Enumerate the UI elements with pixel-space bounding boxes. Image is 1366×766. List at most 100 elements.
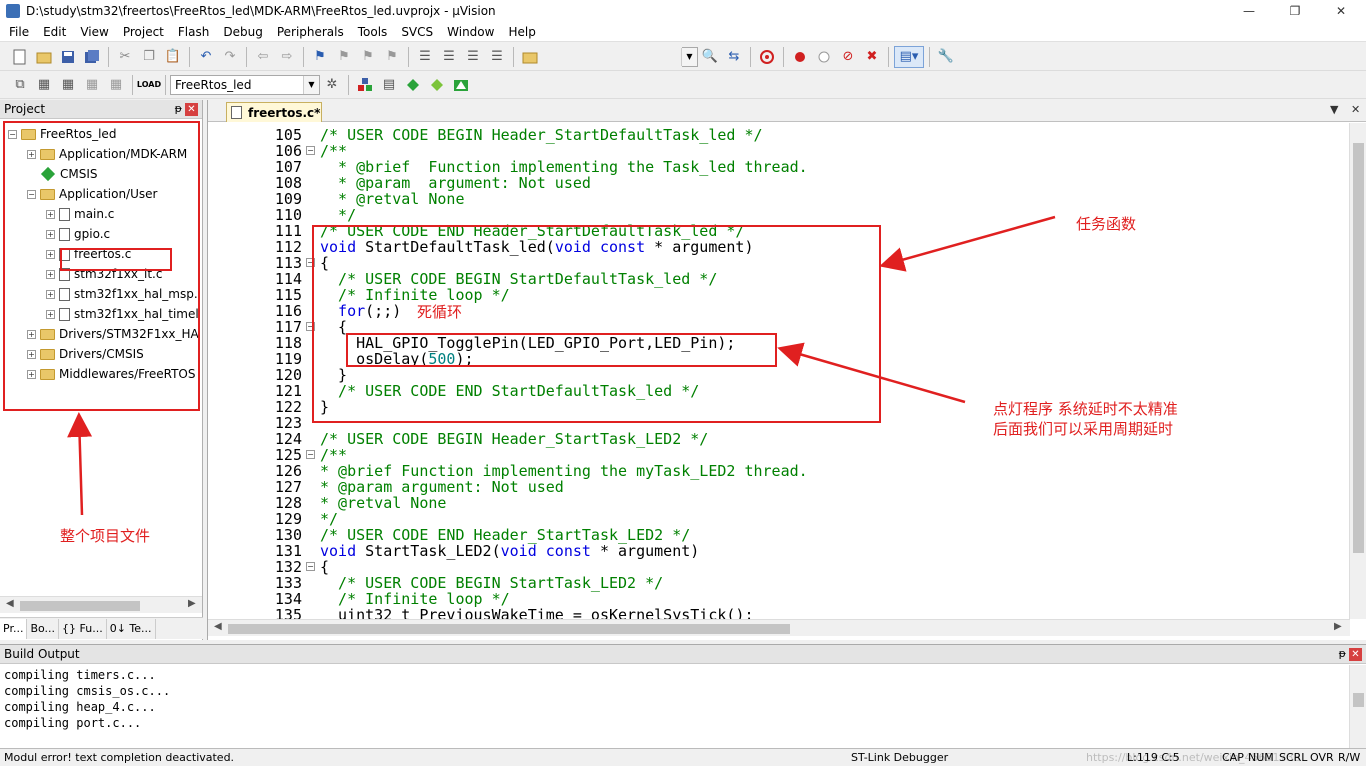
debug-session-icon[interactable] [756, 46, 778, 68]
tab-project[interactable]: Pr... [0, 618, 28, 639]
menu-tools[interactable]: Tools [351, 22, 395, 42]
undo-icon[interactable]: ↶ [195, 46, 217, 68]
build-vscrollbar[interactable] [1349, 665, 1366, 749]
fold-toggle-icon[interactable]: − [306, 146, 315, 155]
select-pack-icon[interactable] [402, 74, 424, 96]
download-load-icon[interactable]: LOAD [137, 74, 161, 96]
find-combo[interactable]: ▼ [681, 46, 698, 67]
target-select[interactable]: FreeRtos_led ▼ [170, 74, 320, 95]
scroll-right-icon[interactable]: ▶ [1334, 621, 1342, 632]
build-output-title: Build Output [4, 647, 80, 661]
bookmark-icon[interactable]: ⚑ [309, 46, 331, 68]
unindent-icon[interactable]: ☰ [438, 46, 460, 68]
fold-toggle-icon[interactable]: − [306, 450, 315, 459]
project-items-icon[interactable]: ▤ [378, 74, 400, 96]
uvision-app-icon [6, 4, 20, 18]
save-icon[interactable] [57, 46, 79, 68]
menu-svcs[interactable]: SVCS [394, 22, 440, 42]
window-layout-icon[interactable]: ▤▾ [894, 45, 924, 68]
editor-tab-label: freertos.c* [248, 105, 321, 120]
menu-project[interactable]: Project [116, 22, 171, 42]
minimize-button[interactable]: — [1226, 0, 1272, 22]
new-file-icon[interactable] [9, 46, 31, 68]
title-bar: D:\study\stm32\freertos\FreeRtos_led\MDK… [0, 0, 1366, 22]
find-icon[interactable]: 🔍 [699, 46, 721, 68]
tab-templates[interactable]: 0↓ Te... [107, 618, 156, 639]
line-number: 132 [274, 558, 302, 576]
batch-build-icon[interactable]: ▦ [81, 74, 103, 96]
indent-icon[interactable]: ☰ [414, 46, 436, 68]
close-editor-icon[interactable]: ✕ [1351, 103, 1360, 116]
tab-list-chevron-icon[interactable]: ▼ [1330, 103, 1338, 116]
cut-icon[interactable]: ✂ [114, 46, 136, 68]
fold-toggle-icon[interactable]: − [306, 562, 315, 571]
pin-icon[interactable]: ᵽ [175, 102, 182, 115]
find-in-files-icon[interactable] [519, 46, 541, 68]
translate-icon[interactable]: ⧉ [9, 74, 31, 96]
build-line: compiling heap_4.c... [4, 700, 156, 714]
scroll-thumb[interactable] [1353, 143, 1364, 553]
menu-peripherals[interactable]: Peripherals [270, 22, 351, 42]
line-number: 114 [274, 270, 302, 288]
scroll-thumb[interactable] [1353, 693, 1364, 707]
file-toolbar: ✂ ❐ 📋 ↶ ↷ ⇦ ⇨ ⚑ ⚑ ⚑ ⚑ ☰ ☰ ☰ ☰ ▼ 🔍 ⇆ ⊘ ✖ … [0, 43, 1366, 71]
line-number: 127 [274, 478, 302, 496]
stop-build-icon[interactable]: ▦ [105, 74, 127, 96]
copy-icon[interactable]: ❐ [138, 46, 160, 68]
rte-icon[interactable] [450, 74, 472, 96]
code-line: /** [320, 143, 347, 159]
line-number: 131 [274, 542, 302, 560]
nav-forward-icon[interactable]: ⇨ [276, 46, 298, 68]
menu-view[interactable]: View [73, 22, 115, 42]
close-icon[interactable]: ✕ [1349, 648, 1362, 661]
menu-edit[interactable]: Edit [36, 22, 73, 42]
breakpoint-icon[interactable] [789, 46, 811, 68]
prev-bookmark-icon[interactable]: ⚑ [333, 46, 355, 68]
pin-icon[interactable]: ᵽ [1339, 647, 1346, 660]
uncomment-icon[interactable]: ☰ [486, 46, 508, 68]
editor-vscrollbar[interactable] [1349, 123, 1366, 619]
nav-back-icon[interactable]: ⇦ [252, 46, 274, 68]
scroll-thumb[interactable] [20, 601, 140, 611]
menu-file[interactable]: File [2, 22, 36, 42]
menu-window[interactable]: Window [440, 22, 501, 42]
build-icon[interactable]: ▦ [33, 74, 55, 96]
tab-books[interactable]: Bo... [27, 618, 60, 639]
pack-installer-icon[interactable] [426, 74, 448, 96]
scroll-left-icon[interactable]: ◀ [6, 598, 14, 609]
editor-hscrollbar[interactable]: ◀ ▶ [208, 619, 1350, 636]
menu-flash[interactable]: Flash [171, 22, 216, 42]
paste-icon[interactable]: 📋 [162, 46, 184, 68]
line-number: 113 [274, 254, 302, 272]
scroll-right-icon[interactable]: ▶ [188, 598, 196, 609]
rebuild-icon[interactable]: ▦ [57, 74, 79, 96]
incremental-find-icon[interactable]: ⇆ [723, 46, 745, 68]
target-options-icon[interactable]: ✲ [321, 74, 343, 96]
disable-all-breakpoints-icon[interactable]: ⊘ [837, 46, 859, 68]
scroll-left-icon[interactable]: ◀ [214, 621, 222, 632]
close-button[interactable]: ✕ [1318, 0, 1364, 22]
clear-bookmarks-icon[interactable]: ⚑ [381, 46, 403, 68]
configure-wrench-icon[interactable]: 🔧 [935, 46, 957, 68]
disable-breakpoint-icon[interactable] [813, 46, 835, 68]
code-token: /* USER CODE BEGIN Header_StartTask_LED2… [320, 430, 709, 448]
scroll-thumb[interactable] [228, 624, 790, 634]
manage-components-icon[interactable] [354, 74, 376, 96]
close-icon[interactable]: ✕ [185, 103, 198, 116]
maximize-button[interactable]: ❐ [1272, 0, 1318, 22]
project-hscrollbar[interactable]: ◀ ▶ [0, 596, 202, 613]
status-ovr: OVR [1310, 751, 1334, 764]
menu-help[interactable]: Help [501, 22, 542, 42]
annotation-project-files: 整个项目文件 [60, 527, 151, 545]
code-line: /* USER CODE BEGIN StartTask_LED2 */ [320, 575, 663, 591]
menu-debug[interactable]: Debug [216, 22, 269, 42]
kill-all-breakpoints-icon[interactable]: ✖ [861, 46, 883, 68]
comment-icon[interactable]: ☰ [462, 46, 484, 68]
open-folder-icon[interactable] [33, 46, 55, 68]
line-number: 120 [274, 366, 302, 384]
save-all-icon[interactable] [81, 46, 103, 68]
tab-functions[interactable]: {} Fu... [59, 618, 107, 639]
tab-freertos-c[interactable]: freertos.c* [226, 102, 322, 122]
next-bookmark-icon[interactable]: ⚑ [357, 46, 379, 68]
redo-icon[interactable]: ↷ [219, 46, 241, 68]
